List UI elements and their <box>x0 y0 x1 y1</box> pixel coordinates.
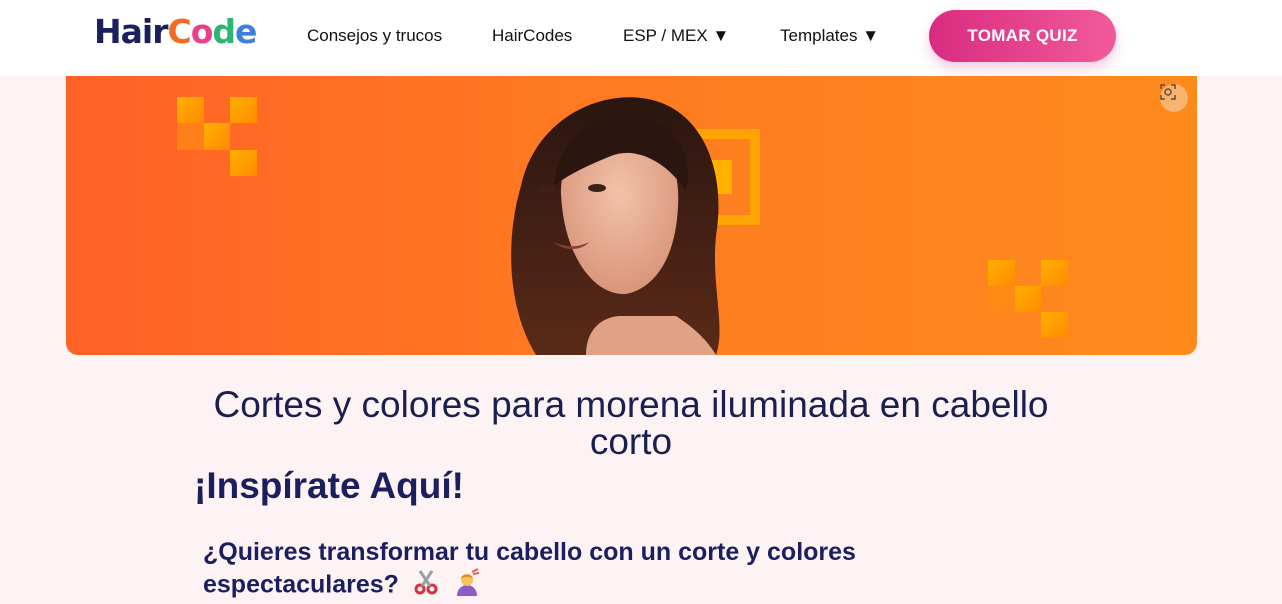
logo-text-hair: Hair <box>94 12 168 51</box>
scissors-icon <box>412 568 440 604</box>
hero-banner <box>66 76 1197 355</box>
page-title: Cortes y colores para morena iluminada e… <box>213 384 1049 462</box>
intro-question-text: ¿Quieres transformar tu cabello con un c… <box>203 538 856 599</box>
lens-scan-icon <box>1160 84 1176 100</box>
hero-illustration <box>177 97 1068 355</box>
decorative-squares-left <box>177 97 257 176</box>
take-quiz-button[interactable]: TOMAR QUIZ <box>929 10 1116 62</box>
logo-letter-d: d <box>212 12 236 51</box>
logo-letter-c: C <box>167 12 191 51</box>
woman-haircut-icon <box>453 568 481 604</box>
nav-consejos-y-trucos[interactable]: Consejos y trucos <box>307 26 442 46</box>
logo-letter-e: e <box>235 12 257 51</box>
top-navigation-bar: HairCode Consejos y trucos HairCodes ESP… <box>0 0 1282 76</box>
nav-templates-dropdown[interactable]: Templates ▼ <box>780 26 879 46</box>
intro-question: ¿Quieres transformar tu cabello con un c… <box>203 536 923 604</box>
nav-language-selector[interactable]: ESP / MEX ▼ <box>623 26 729 46</box>
nav-haircodes[interactable]: HairCodes <box>492 26 572 46</box>
haircode-logo[interactable]: HairCode <box>94 12 257 52</box>
visual-search-button[interactable] <box>1160 84 1188 112</box>
decorative-squares-right <box>988 260 1068 338</box>
logo-letter-o: o <box>190 12 214 51</box>
woman-portrait <box>511 97 720 355</box>
section-heading: ¡Inspírate Aquí! <box>194 465 464 506</box>
